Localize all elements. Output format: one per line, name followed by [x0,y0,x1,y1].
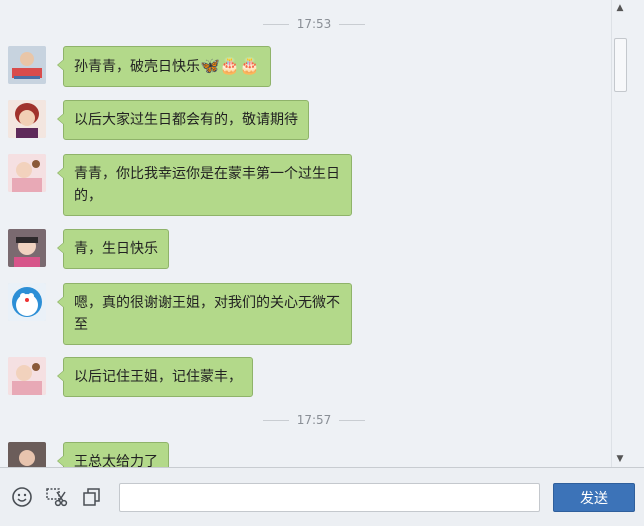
scroll-thumb[interactable] [614,38,627,92]
avatar[interactable] [8,46,46,84]
message-text: 王总太给力了 [74,454,158,467]
message-bubble: 青，生日快乐 [57,229,169,269]
message-bubble: 孙青青，破壳日快乐🦋🎂🎂 [57,46,271,87]
avatar[interactable] [8,100,46,138]
scroll-down-icon[interactable]: ▼ [612,451,628,467]
avatar[interactable] [8,357,46,395]
message-bubble: 以后记住王姐，记住蒙丰， [57,357,253,397]
message-bubble: 嗯，真的很谢谢王姐，对我们的关心无微不 至 [57,283,352,345]
timestamp-divider: 17:57 [0,412,628,428]
message-text-line: 至 [74,317,88,333]
emoji-sticker: 🦋🎂🎂 [200,56,260,75]
input-toolbar: 发送 [0,467,644,526]
message-text-line: 的， [74,188,102,204]
scrollbar[interactable]: ▲ ▼ [611,0,628,467]
message-bubble: 王总太给力了 [57,442,169,467]
scroll-up-icon[interactable]: ▲ [612,0,628,16]
message-text: 青，生日快乐 [74,241,158,257]
timestamp: 17:57 [296,413,332,427]
send-button[interactable]: 发送 [553,483,635,512]
message-text: 以后记住王姐，记住蒙丰， [74,369,242,385]
message-input[interactable] [119,483,540,512]
message-bubble: 青青，你比我幸运你是在蒙丰第一个过生日 的， [57,154,352,216]
message-text-line: 嗯，真的很谢谢王姐，对我们的关心无微不 [74,295,340,311]
copy-window-icon[interactable] [80,485,104,509]
smiley-icon[interactable] [10,485,34,509]
timestamp-divider: 17:53 [0,16,628,32]
avatar[interactable] [8,154,46,192]
message-bubble: 以后大家过生日都会有的，敬请期待 [57,100,309,140]
chat-history[interactable]: 17:53 孙青青，破壳日快乐🦋🎂🎂 以后大家过生日都会有的，敬请期待 青青，你… [0,0,628,467]
doraemon-avatar[interactable] [8,283,46,321]
message-text-line: 青青，你比我幸运你是在蒙丰第一个过生日 [74,166,340,182]
scissors-icon[interactable] [45,485,69,509]
avatar[interactable] [8,442,46,467]
avatar[interactable] [8,229,46,267]
timestamp: 17:53 [296,17,332,31]
message-text: 孙青青，破壳日快乐 [74,59,200,75]
message-text: 以后大家过生日都会有的，敬请期待 [74,112,298,128]
